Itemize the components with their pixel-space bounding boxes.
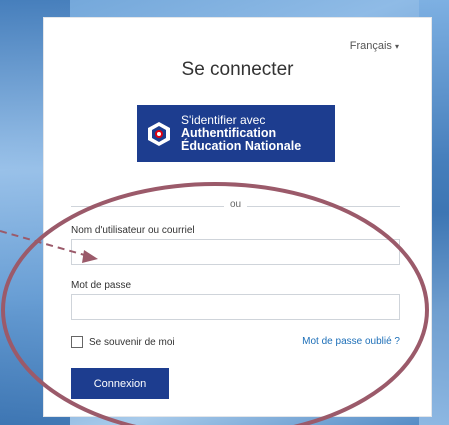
remember-me-checkbox[interactable]: [71, 336, 83, 348]
language-label[interactable]: Français: [350, 40, 392, 52]
education-nationale-login-button[interactable]: S'identifier avec Authentification Éduca…: [137, 105, 335, 162]
remember-me[interactable]: Se souvenir de moi: [71, 336, 175, 348]
username-input[interactable]: [71, 239, 400, 265]
username-label: Nom d'utilisateur ou courriel: [71, 225, 195, 236]
password-label: Mot de passe: [71, 280, 132, 291]
divider-text: ou: [224, 199, 248, 210]
remember-me-label[interactable]: Se souvenir de moi: [89, 337, 175, 348]
page-title: Se connecter: [181, 59, 294, 80]
login-card: Français ▾ Se connecter S'identifier ave…: [43, 17, 432, 417]
language-selector[interactable]: Français ▾: [350, 40, 399, 52]
forgot-password-link[interactable]: Mot de passe oublié ?: [302, 336, 400, 347]
shield-icon: [148, 121, 170, 146]
edu-button-line3: Éducation Nationale: [181, 139, 302, 153]
chevron-down-icon[interactable]: ▾: [395, 42, 399, 51]
password-input[interactable]: [71, 294, 400, 320]
login-button[interactable]: Connexion: [71, 368, 169, 399]
